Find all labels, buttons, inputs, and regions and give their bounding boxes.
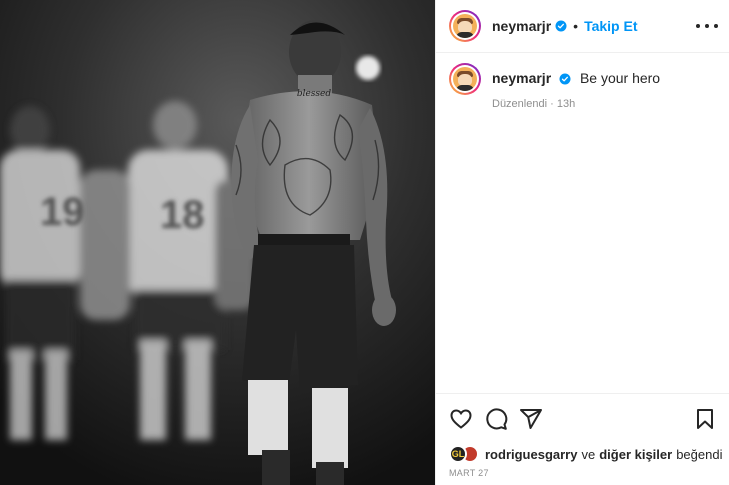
caption-text: neymarjr Be your hero — [492, 63, 660, 95]
post-date[interactable]: MART 27 — [449, 468, 489, 478]
caption-avatar[interactable] — [449, 63, 481, 95]
post-image: 19 18 blessed — [0, 0, 435, 485]
liked-label: beğendi — [676, 446, 723, 462]
comment-icon[interactable] — [484, 407, 508, 431]
like-heart-icon[interactable] — [449, 407, 473, 431]
action-icons — [449, 407, 717, 431]
caption-username[interactable]: neymarjr — [492, 70, 551, 86]
more-dot — [705, 24, 709, 28]
liker-avatar[interactable]: GL — [449, 445, 467, 463]
save-bookmark-icon[interactable] — [693, 407, 717, 431]
likes-summary: GL rodriguesgarry ve diğer kişiler beğen… — [449, 445, 722, 463]
svg-text:blessed: blessed — [297, 89, 332, 99]
post-time[interactable]: 13h — [557, 98, 575, 110]
post-header: neymarjr • Takip Et — [436, 0, 729, 53]
avatar-ring — [451, 65, 479, 93]
edited-label: Düzenlendi — [492, 98, 548, 110]
post-actions: GL rodriguesgarry ve diğer kişiler beğen… — [436, 393, 729, 485]
avatar-ring — [451, 12, 479, 40]
post-sidebar: neymarjr • Takip Et neymarjr Be your her… — [435, 0, 729, 485]
avatar-image — [453, 14, 477, 38]
caption-meta: Düzenlendi · 13h — [492, 98, 575, 110]
instagram-post: 19 18 blessed neymarjr • Takip Et neymar… — [0, 0, 729, 485]
more-dot — [696, 24, 700, 28]
verified-badge-icon — [555, 20, 567, 32]
avatar-image — [453, 67, 477, 91]
post-caption: neymarjr Be your hero — [449, 63, 660, 95]
verified-badge-icon — [559, 73, 571, 85]
more-dot — [714, 24, 718, 28]
share-icon[interactable] — [519, 407, 543, 431]
caption-body: Be your hero — [579, 70, 661, 86]
more-options-icon[interactable] — [696, 17, 718, 35]
avatar-shirt — [456, 85, 474, 91]
avatar-shirt — [456, 32, 474, 38]
profile-avatar[interactable] — [449, 10, 481, 42]
time-separator: · — [550, 98, 554, 110]
header-separator: • — [573, 18, 579, 34]
other-likers-link[interactable]: diğer kişiler — [599, 447, 672, 462]
jersey-number-2: 18 — [160, 193, 205, 237]
header-username[interactable]: neymarjr — [492, 18, 551, 34]
first-liker-link[interactable]: rodriguesgarry — [485, 447, 577, 462]
follow-button[interactable]: Takip Et — [584, 18, 637, 34]
likes-conjunction: ve — [581, 446, 596, 462]
jersey-number-1: 19 — [40, 190, 85, 234]
post-photo[interactable]: 19 18 blessed — [0, 0, 435, 485]
